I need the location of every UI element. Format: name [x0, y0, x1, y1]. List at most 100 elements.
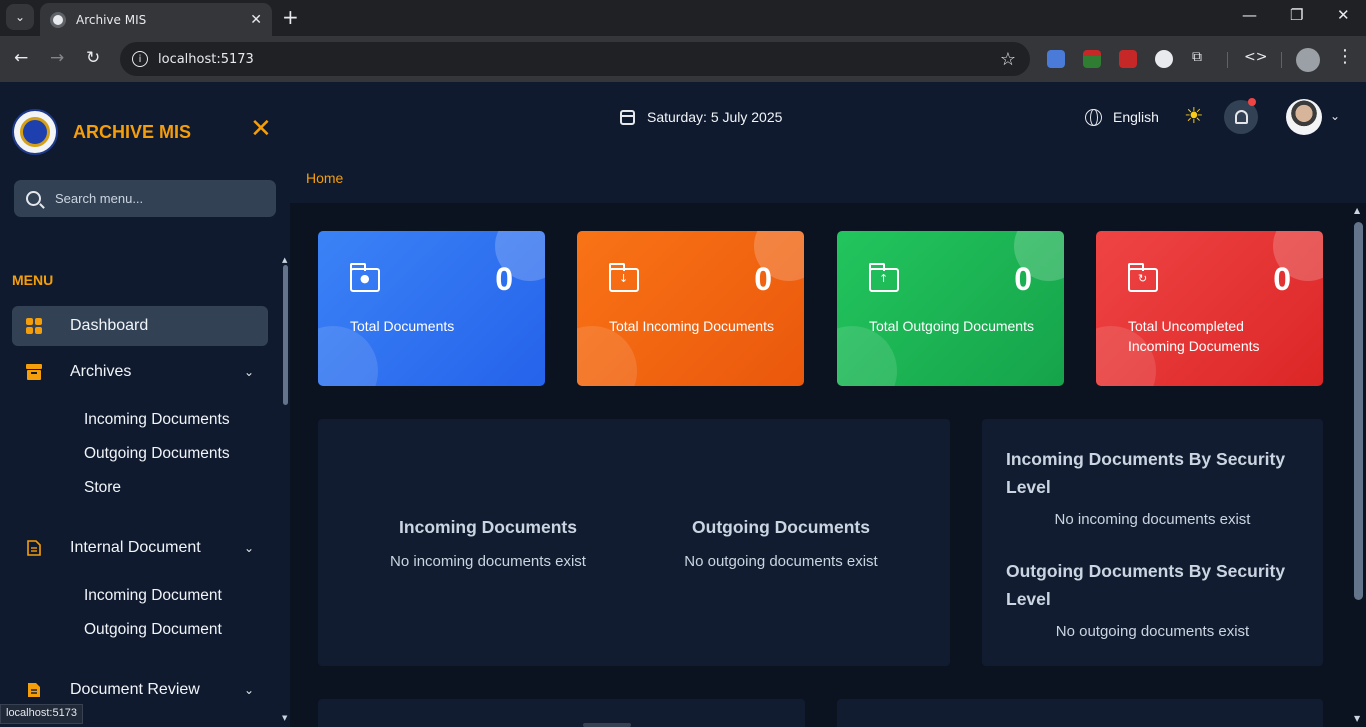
profile-avatar-icon[interactable] [1296, 48, 1320, 72]
document-filled-icon [26, 682, 42, 698]
outgoing-documents-title: Outgoing Documents [692, 517, 870, 537]
reload-icon[interactable]: ↻ [86, 48, 100, 68]
stat-label: Total Documents [350, 318, 455, 334]
calendar-icon [620, 110, 635, 125]
stat-label: Total Uncompleted Incoming Documents [1128, 318, 1260, 354]
sidebar-item-archives[interactable]: Archives ⌄ [12, 352, 268, 392]
sidebar-item-label: Document Review [70, 681, 200, 698]
extensions-puzzle-icon[interactable]: ⧉ [1192, 49, 1202, 65]
stat-card-total-documents: ● 0 Total Documents [318, 231, 545, 386]
incoming-empty-text: No incoming documents exist [390, 553, 586, 570]
new-tab-button[interactable]: + [282, 5, 299, 29]
notification-badge [1248, 98, 1256, 106]
sidebar-subitem-incoming-documents[interactable]: Incoming Documents [84, 411, 230, 429]
folder-download-icon: ↓ [608, 263, 639, 292]
dashboard-content: ● 0 Total Documents ↓ 0 Total Incoming D… [290, 203, 1352, 727]
sidebar-item-label: Internal Document [70, 539, 201, 556]
sidebar-item-internal-document[interactable]: Internal Document ⌄ [12, 528, 268, 568]
sidebar-item-dashboard[interactable]: Dashboard [12, 306, 268, 346]
menu-search[interactable] [14, 180, 276, 217]
tab-close-icon[interactable]: ✕ [250, 12, 262, 28]
sidebar-subitem-store[interactable]: Store [84, 479, 121, 497]
breadcrumb: Home [290, 156, 1366, 203]
main-scroll-down-icon[interactable]: ▼ [1354, 714, 1360, 723]
incoming-security-empty-text: No incoming documents exist [1054, 511, 1251, 528]
extension-icon[interactable] [1119, 50, 1137, 68]
sidebar: ARCHIVE MIS ✕ MENU Dashboard Archives ⌄ … [0, 82, 290, 727]
folder-open-icon: ● [349, 263, 380, 292]
stat-label: Total Outgoing Documents [869, 318, 1034, 334]
back-icon[interactable]: ← [14, 48, 28, 68]
sidebar-subitem-incoming-document[interactable]: Incoming Document [84, 587, 222, 605]
search-input[interactable] [55, 191, 255, 206]
forward-icon[interactable]: → [50, 48, 64, 68]
menu-section-label: MENU [12, 272, 54, 288]
incoming-security-title: Incoming Documents By Security Level [1006, 449, 1286, 497]
app-logo [12, 109, 58, 155]
sidebar-item-label: Archives [70, 363, 132, 380]
sidebar-scroll-up-icon[interactable]: ▲ [282, 256, 287, 264]
sun-icon[interactable]: ☀ [1184, 106, 1204, 128]
chevron-down-icon: ⌄ [243, 683, 254, 697]
close-sidebar-icon[interactable]: ✕ [250, 116, 272, 142]
incoming-documents-title: Incoming Documents [399, 517, 577, 537]
site-info-icon[interactable]: i [132, 51, 148, 67]
stat-value: 0 [1273, 261, 1291, 297]
stat-value: 0 [754, 261, 772, 297]
tab-title: Archive MIS [76, 12, 147, 27]
extension-icon[interactable] [1155, 50, 1173, 68]
translate-extension-icon[interactable] [1047, 50, 1065, 68]
outgoing-security-empty-text: No outgoing documents exist [1055, 623, 1250, 640]
chevron-down-icon: ⌄ [243, 541, 254, 555]
toolbar-divider [1281, 52, 1282, 68]
search-icon [26, 191, 41, 206]
bell-icon [1234, 110, 1248, 124]
close-window-button[interactable]: ✕ [1337, 6, 1350, 24]
sidebar-scroll-down-icon[interactable]: ▼ [282, 714, 287, 722]
browser-toolbar: ← → ↻ i localhost:5173 ☆ ⧉ <> ⋮ [0, 36, 1366, 82]
browser-tab[interactable]: Archive MIS ✕ [40, 3, 272, 36]
favicon-icon [50, 11, 66, 28]
sidebar-item-label: Dashboard [70, 317, 149, 334]
toolbar-divider [1227, 52, 1228, 68]
tab-search-button[interactable]: ⌄ [6, 4, 34, 30]
stat-card-total-incoming: ↓ 0 Total Incoming Documents [577, 231, 804, 386]
minimize-button[interactable]: — [1242, 6, 1257, 24]
app-title: ARCHIVE MIS [73, 122, 192, 142]
devtools-icon[interactable]: <> [1244, 49, 1267, 65]
top-header: Saturday: 5 July 2025 English ☀ ⌄ [290, 82, 1366, 156]
breadcrumb-home[interactable]: Home [306, 170, 343, 186]
main-scrollbar[interactable] [1354, 222, 1363, 600]
sidebar-subitem-outgoing-documents[interactable]: Outgoing Documents [84, 445, 230, 463]
globe-icon[interactable] [1085, 109, 1102, 126]
chevron-down-icon: ⌄ [243, 365, 254, 379]
notifications-button[interactable] [1224, 98, 1258, 134]
sidebar-scrollbar[interactable] [283, 265, 288, 405]
folder-upload-icon: ↑ [868, 263, 899, 292]
main-scroll-up-icon[interactable]: ▲ [1354, 206, 1360, 215]
documents-overview-panel: Incoming Documents No incoming documents… [318, 419, 950, 666]
sidebar-subitem-outgoing-document[interactable]: Outgoing Document [84, 621, 222, 639]
language-selector[interactable]: English [1113, 109, 1159, 125]
chevron-down-icon[interactable]: ⌄ [1330, 109, 1340, 123]
extension-icon[interactable] [1083, 50, 1101, 68]
url-text[interactable]: localhost:5173 [158, 52, 1000, 67]
stat-label: Total Incoming Documents [609, 318, 774, 334]
chart-panel [837, 699, 1323, 727]
grid-icon [26, 318, 42, 334]
outgoing-security-title: Outgoing Documents By Security Level [1006, 561, 1286, 609]
stat-value: 0 [495, 261, 513, 297]
bookmark-star-icon[interactable]: ☆ [1000, 49, 1016, 70]
stat-card-total-uncompleted: ↻ 0 Total Uncompleted Incoming Documents [1096, 231, 1323, 386]
folder-sync-icon: ↻ [1127, 263, 1158, 292]
stat-value: 0 [1014, 261, 1032, 297]
chart-panel [318, 699, 805, 727]
horizontal-scrollbar[interactable] [583, 723, 631, 727]
security-level-panel: Incoming Documents By Security Level No … [982, 419, 1323, 666]
menu-kebab-icon[interactable]: ⋮ [1336, 46, 1354, 67]
outgoing-empty-text: No outgoing documents exist [684, 553, 878, 570]
restore-button[interactable]: ❐ [1290, 6, 1303, 24]
browser-tab-bar: ⌄ Archive MIS ✕ + — ❐ ✕ [0, 0, 1366, 36]
address-bar[interactable]: i localhost:5173 ☆ [120, 42, 1030, 76]
avatar[interactable] [1286, 99, 1322, 135]
